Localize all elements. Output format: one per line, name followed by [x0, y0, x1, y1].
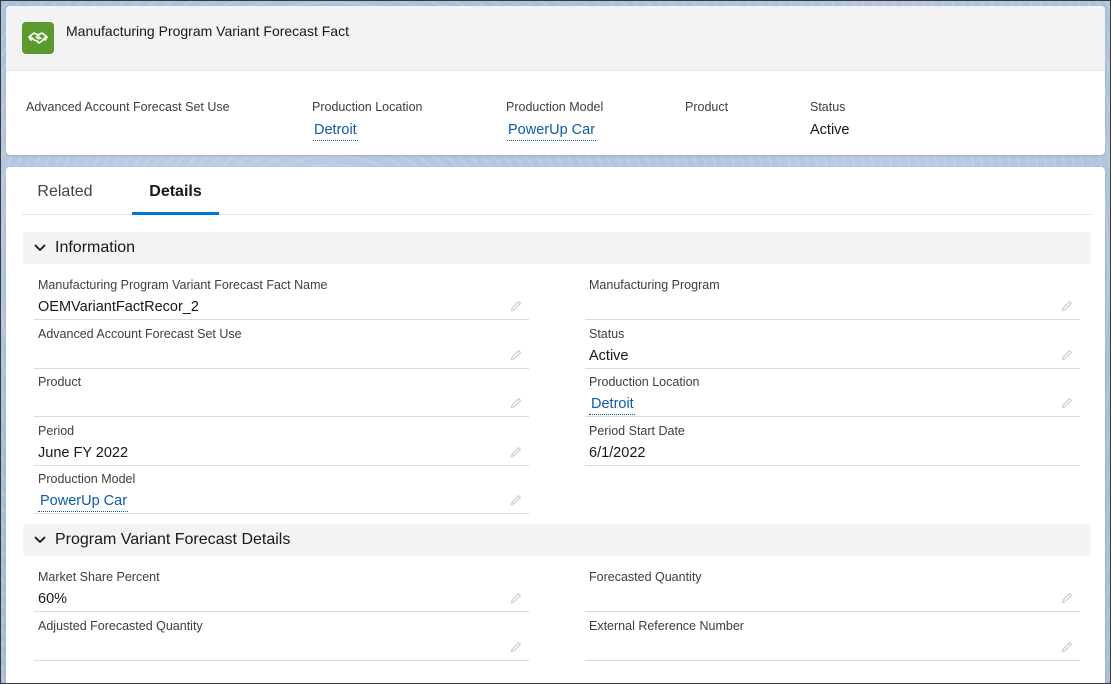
- record-header-top: Manufacturing Program Variant Forecast F…: [6, 6, 1105, 71]
- field-value: 6/1/2022: [589, 445, 646, 461]
- field-value: Active: [589, 348, 629, 364]
- field-status: Status Active: [585, 321, 1080, 369]
- chevron-down-icon: [33, 241, 47, 255]
- tab-details[interactable]: Details: [132, 167, 219, 215]
- header-link-production-model[interactable]: PowerUp Car: [507, 122, 597, 141]
- pencil-icon[interactable]: [509, 591, 523, 605]
- section-title-program-variant-forecast-details: Program Variant Forecast Details: [55, 531, 291, 548]
- field-label: Production Model: [38, 472, 136, 486]
- field-label: Market Share Percent: [38, 570, 160, 584]
- pencil-icon[interactable]: [1060, 396, 1074, 410]
- pencil-icon[interactable]: [1060, 348, 1074, 362]
- section-header-information[interactable]: Information: [23, 232, 1091, 264]
- field-value: June FY 2022: [38, 445, 129, 461]
- field-label: Product: [38, 375, 82, 389]
- record-header: Manufacturing Program Variant Forecast F…: [6, 6, 1105, 155]
- field-adjusted-forecasted-quantity: Adjusted Forecasted Quantity: [34, 613, 529, 661]
- header-link-production-location[interactable]: Detroit: [313, 122, 358, 141]
- field-period-start-date: Period Start Date 6/1/2022: [585, 418, 1080, 466]
- pencil-icon[interactable]: [509, 445, 523, 459]
- field-production-model: Production Model PowerUp Car: [34, 466, 529, 514]
- pencil-icon[interactable]: [1060, 299, 1074, 313]
- pencil-icon[interactable]: [509, 493, 523, 507]
- field-forecasted-quantity: Forecasted Quantity: [585, 564, 1080, 612]
- handshake-icon: [22, 22, 54, 54]
- field-label: Period Start Date: [589, 424, 685, 438]
- field-forecast-set-use: Advanced Account Forecast Set Use: [34, 321, 529, 369]
- record-title: Manufacturing Program Variant Forecast F…: [66, 23, 349, 39]
- tab-related[interactable]: Related: [22, 167, 108, 214]
- pencil-icon[interactable]: [509, 640, 523, 654]
- header-label-production-model: Production Model: [506, 100, 604, 114]
- field-production-location: Production Location Detroit: [585, 369, 1080, 417]
- section-title-information: Information: [55, 239, 136, 256]
- header-value-status: Active: [810, 122, 850, 138]
- production-model-link[interactable]: PowerUp Car: [38, 493, 129, 512]
- production-location-link[interactable]: Detroit: [589, 396, 635, 415]
- field-label: Manufacturing Program: [589, 278, 720, 292]
- pencil-icon[interactable]: [509, 396, 523, 410]
- field-label: Adjusted Forecasted Quantity: [38, 619, 203, 633]
- section-header-program-variant-forecast-details[interactable]: Program Variant Forecast Details: [23, 524, 1091, 556]
- pencil-icon[interactable]: [509, 299, 523, 313]
- field-label: External Reference Number: [589, 619, 744, 633]
- field-product: Product: [34, 369, 529, 417]
- field-label: Period: [38, 424, 75, 438]
- tab-bar: Related Details: [22, 167, 1092, 215]
- header-label-forecast-set-use: Advanced Account Forecast Set Use: [26, 100, 230, 114]
- field-market-share-percent: Market Share Percent 60%: [34, 564, 529, 612]
- field-manufacturing-program: Manufacturing Program: [585, 272, 1080, 320]
- header-label-status: Status: [810, 100, 846, 114]
- field-value: OEMVariantFactRecor_2: [38, 299, 199, 315]
- chevron-down-icon: [33, 533, 47, 547]
- field-forecast-fact-name: Manufacturing Program Variant Forecast F…: [34, 272, 529, 320]
- header-label-product: Product: [685, 100, 729, 114]
- pencil-icon[interactable]: [1060, 591, 1074, 605]
- pencil-icon[interactable]: [1060, 640, 1074, 654]
- field-label: Manufacturing Program Variant Forecast F…: [38, 278, 328, 292]
- field-label: Forecasted Quantity: [589, 570, 702, 584]
- field-label: Production Location: [589, 375, 700, 389]
- field-value: 60%: [38, 591, 68, 607]
- field-label: Status: [589, 327, 625, 341]
- field-period: Period June FY 2022: [34, 418, 529, 466]
- pencil-icon[interactable]: [509, 348, 523, 362]
- header-label-production-location: Production Location: [312, 100, 423, 114]
- field-external-reference-number: External Reference Number: [585, 613, 1080, 661]
- field-label: Advanced Account Forecast Set Use: [38, 327, 242, 341]
- record-detail-card: Related Details Information Manufacturin…: [6, 167, 1105, 684]
